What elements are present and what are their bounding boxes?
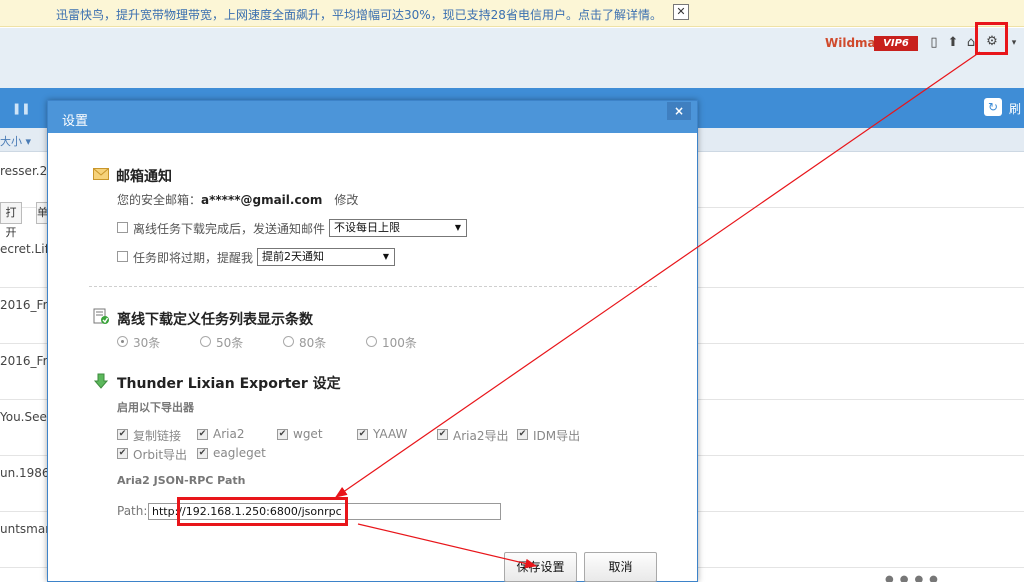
exporter-idm-label: IDM导出 xyxy=(533,429,581,443)
gear-annotation-box xyxy=(975,22,1008,55)
count-option-80: 80条 xyxy=(299,336,327,350)
document-icon[interactable]: ▯ xyxy=(926,34,942,52)
refresh-label[interactable]: 刷 xyxy=(1009,100,1021,117)
security-email-row: 您的安全邮箱：a*****@gmail.com 修改 xyxy=(117,191,358,208)
exporter-wget-label: wget xyxy=(293,427,323,441)
offline-complete-label: 离线任务下载完成后，发送通知邮件 xyxy=(133,222,326,236)
exporter-eagleget-label: eagleget xyxy=(213,446,266,460)
exporter-copy-link-label: 复制链接 xyxy=(133,429,182,443)
path-annotation-box xyxy=(177,497,348,526)
exporter-orbit-label: Orbit导出 xyxy=(133,448,188,462)
modify-email-link[interactable]: 修改 xyxy=(334,193,358,207)
section-divider xyxy=(89,286,657,287)
notice-bar: 迅雷快鸟，提升宽带物理带宽，上网速度全面飙升，平均增幅可达30%，现已支持28省… xyxy=(0,0,1024,27)
vip-badge: VIP6 xyxy=(874,36,918,51)
pause-icon[interactable]: ❚❚ xyxy=(12,102,30,115)
task-name[interactable]: untsman xyxy=(0,522,53,536)
dialog-title: 设置 xyxy=(62,114,89,129)
exporter-eagleget-checkbox[interactable]: ✔ xyxy=(197,448,208,459)
list-settings-icon xyxy=(93,308,109,324)
path-label: Path: xyxy=(117,504,148,518)
pagination-dots: ●●●● xyxy=(885,574,944,582)
reminder-days-select[interactable]: 提前2天通知 ▼ xyxy=(257,248,395,266)
count-option-50: 50条 xyxy=(216,336,244,350)
header: Wildman VIP6 ▯ ⬆ ⌂ ⚙ ▾ xyxy=(0,28,1024,88)
refresh-icon[interactable]: ↻ xyxy=(984,98,1002,116)
exporter-orbit-checkbox[interactable]: ✔ xyxy=(117,448,128,459)
settings-dialog: 设置 × 邮箱通知 您的安全邮箱：a*****@gmail.com 修改 离线任务… xyxy=(47,100,698,582)
upload-icon[interactable]: ⬆ xyxy=(945,34,961,52)
exporter-section-heading: Thunder Lixian Exporter 设定 xyxy=(117,376,341,392)
exporter-wget-checkbox[interactable]: ✔ xyxy=(277,429,288,440)
envelope-icon xyxy=(93,168,109,180)
count-radio-50[interactable] xyxy=(200,336,211,347)
count-option-100: 100条 xyxy=(382,336,417,350)
exporter-subheading: 启用以下导出器 xyxy=(117,401,194,414)
expire-reminder-checkbox[interactable] xyxy=(117,251,128,262)
task-name[interactable]: un.1986. xyxy=(0,466,53,480)
dialog-titlebar[interactable]: 设置 × xyxy=(48,101,697,133)
exporter-aria2-checkbox[interactable]: ✔ xyxy=(197,429,208,440)
notice-text[interactable]: 迅雷快鸟，提升宽带物理带宽，上网速度全面飙升，平均增幅可达30%，现已支持28省… xyxy=(56,6,662,23)
daily-limit-select[interactable]: 不设每日上限 ▼ xyxy=(329,219,467,237)
save-settings-button[interactable]: 保存设置 xyxy=(504,552,577,582)
count-section-heading: 离线下载定义任务列表显示条数 xyxy=(117,312,313,328)
notice-close-button[interactable]: ✕ xyxy=(673,4,689,20)
cancel-button[interactable]: 取消 xyxy=(584,552,657,582)
count-radio-80[interactable] xyxy=(283,336,294,347)
rpc-path-heading: Aria2 JSON-RPC Path xyxy=(117,474,246,487)
exporter-idm-checkbox[interactable]: ✔ xyxy=(517,429,528,440)
count-radio-30[interactable] xyxy=(117,336,128,347)
email-section-heading: 邮箱通知 xyxy=(116,169,172,185)
expire-reminder-label: 任务即将过期，提醒我 xyxy=(133,251,254,265)
reminder-days-value: 提前2天通知 xyxy=(262,250,324,263)
count-option-30: 30条 xyxy=(133,336,161,350)
exporter-copy-link-checkbox[interactable]: ✔ xyxy=(117,429,128,440)
exporter-aria2-label: Aria2 xyxy=(213,427,245,441)
chevron-down-icon: ▼ xyxy=(382,252,389,261)
security-email-label: 您的安全邮箱： xyxy=(117,193,202,207)
exporter-aria2-export-label: Aria2导出 xyxy=(453,429,509,443)
sort-by-size[interactable]: 大小 ▾ xyxy=(0,133,31,149)
count-radio-100[interactable] xyxy=(366,336,377,347)
dropdown-icon[interactable]: ▾ xyxy=(1006,34,1022,52)
exporter-yaaw-label: YAAW xyxy=(373,427,408,441)
open-button[interactable]: 打开 xyxy=(0,202,22,239)
dialog-close-button[interactable]: × xyxy=(667,102,691,120)
chevron-down-icon: ▼ xyxy=(454,223,461,232)
download-arrow-icon xyxy=(93,373,109,389)
daily-limit-value: 不设每日上限 xyxy=(334,221,400,234)
exporter-yaaw-checkbox[interactable]: ✔ xyxy=(357,429,368,440)
exporter-aria2-export-checkbox[interactable]: ✔ xyxy=(437,429,448,440)
security-email-value: a*****@gmail.com xyxy=(201,193,323,207)
offline-complete-checkbox[interactable] xyxy=(117,222,128,233)
